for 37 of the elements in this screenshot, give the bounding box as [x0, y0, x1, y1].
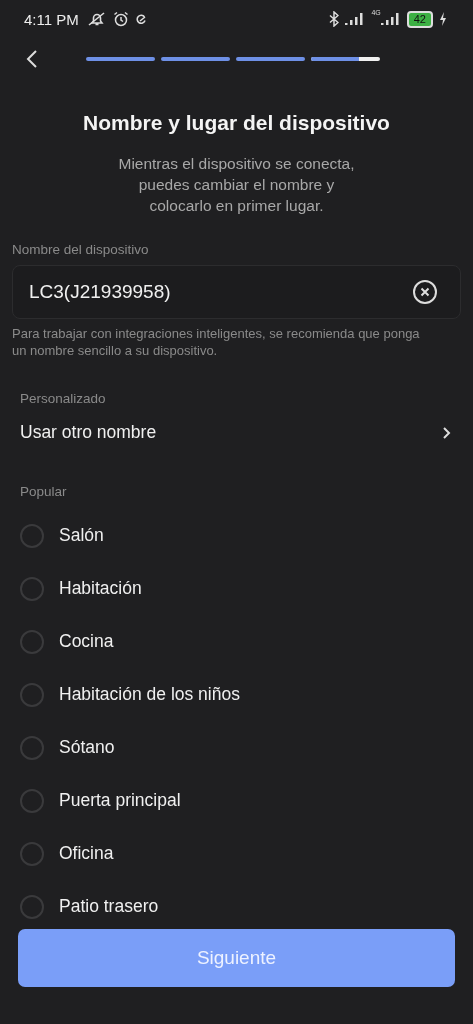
- back-icon[interactable]: [26, 49, 38, 69]
- room-option[interactable]: Habitación: [59, 578, 142, 599]
- radio-button[interactable]: [20, 629, 44, 654]
- radio-button[interactable]: [20, 523, 44, 548]
- name-field[interactable]: LC3(J21939958): [12, 265, 461, 319]
- room-option[interactable]: Puerta principal: [59, 790, 181, 811]
- room-option[interactable]: Patio trasero: [59, 896, 159, 917]
- alarm-clock-icon: [112, 11, 129, 27]
- battery-level: 42: [406, 10, 433, 28]
- other-name-link[interactable]: Usar otro nombre: [20, 422, 157, 443]
- room-option[interactable]: Salón: [59, 525, 104, 546]
- clear-icon[interactable]: [412, 279, 438, 305]
- signal-icon: [380, 13, 401, 25]
- field-label: Nombre del dispositivo: [12, 242, 150, 257]
- room-option[interactable]: Oficina: [59, 843, 114, 864]
- radio-button[interactable]: [20, 735, 44, 760]
- section-heading: Popular: [20, 484, 68, 499]
- radio-button[interactable]: [20, 682, 44, 707]
- section-heading: Personalizado: [20, 391, 107, 406]
- field-hint: Para trabajar con integraciones inteligentes, se recomienda que ponga un nombre sencillo a su dispositivo.: [12, 325, 421, 359]
- room-option[interactable]: Cocina: [59, 631, 114, 652]
- signal-icon: [345, 13, 366, 25]
- page-title: Nombre y lugar del dispositivo: [82, 111, 391, 135]
- chevron-right-icon[interactable]: [441, 425, 451, 440]
- charging-icon: [439, 12, 447, 26]
- page-subtitle: Mientras el dispositivo se conecta, puedes cambiar el nombre y colocarlo en primer lugar.: [117, 154, 356, 216]
- name-input[interactable]: LC3(J21939958): [29, 281, 412, 303]
- radio-button[interactable]: [20, 576, 44, 601]
- radio-button[interactable]: [20, 788, 44, 813]
- sync-icon: [134, 13, 147, 25]
- muted-bell-icon: [86, 11, 107, 27]
- radio-button[interactable]: [20, 894, 44, 919]
- bluetooth-icon: [329, 11, 340, 27]
- status-time: 4:11 PM: [24, 10, 79, 28]
- room-option[interactable]: Sótano: [59, 737, 115, 758]
- room-option[interactable]: Habitación de los niños: [59, 684, 240, 705]
- radio-button[interactable]: [20, 841, 44, 866]
